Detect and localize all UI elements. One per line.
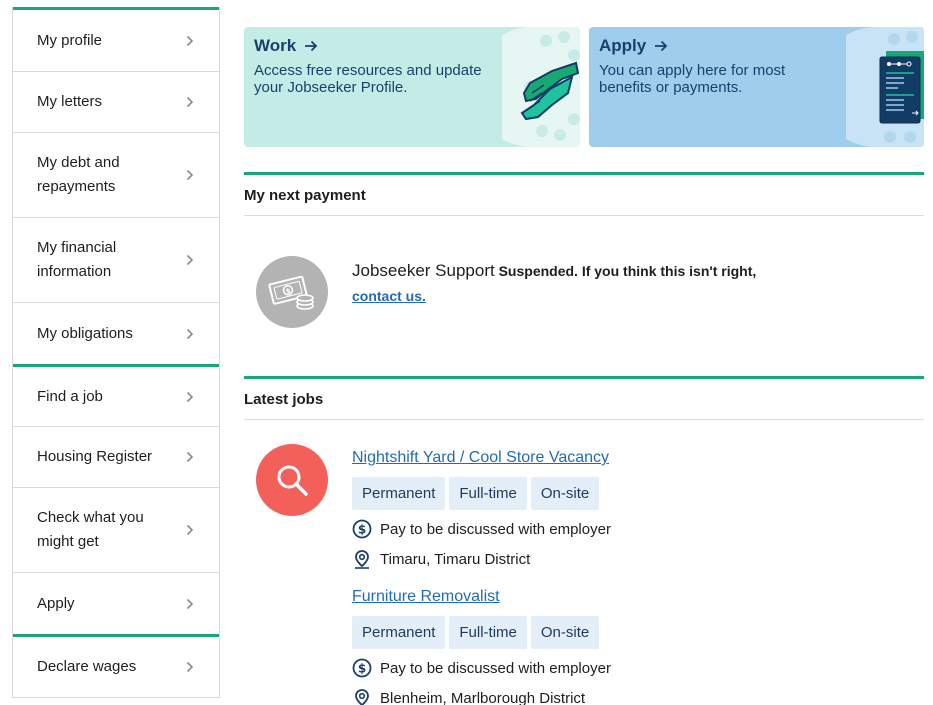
sidebar-item-label: Check what you might get — [37, 509, 144, 550]
sidebar-item-label: My letters — [37, 93, 103, 110]
svg-text:$: $ — [358, 523, 366, 537]
next-payment-heading: My next payment — [244, 172, 924, 216]
work-card[interactable]: Work Access free resources and update yo… — [244, 27, 580, 147]
apply-card-title: Apply — [599, 36, 647, 55]
sidebar-item-housing-register[interactable]: Housing Register — [13, 427, 219, 488]
sidebar-item-label: Housing Register — [37, 448, 153, 465]
work-card-title-row: Work — [254, 36, 318, 56]
svg-text:$: $ — [285, 287, 292, 296]
sidebar-item-apply[interactable]: Apply — [13, 573, 219, 634]
chevron-right-icon — [185, 35, 195, 47]
job-tags: Permanent Full-time On-site — [352, 616, 912, 649]
sidebar-item-label: Declare wages — [37, 658, 137, 675]
job-tag-workplace: On-site — [530, 477, 600, 510]
job-tags: Permanent Full-time On-site — [352, 477, 912, 510]
svg-text:$: $ — [358, 662, 366, 676]
chevron-right-icon — [185, 328, 195, 340]
job-pay-text: Pay to be discussed with employer — [380, 520, 611, 538]
location-pin-icon — [352, 549, 372, 569]
sidebar-item-my-obligations[interactable]: My obligations — [13, 303, 219, 364]
apply-card[interactable]: Apply You can apply here for most benefi… — [589, 27, 924, 147]
work-card-description: Access free resources and update your Jo… — [254, 62, 482, 96]
sidebar-item-label: Apply — [37, 594, 75, 612]
sidebar-nav: My profile My letters My debt and repaym… — [12, 7, 220, 698]
job-tag-workplace: On-site — [530, 616, 600, 649]
job-tag-employment-type: Permanent — [352, 477, 446, 510]
contact-us-link[interactable]: contact us. — [352, 288, 426, 304]
application-form-illustration-icon — [846, 27, 924, 147]
sidebar-item-my-profile[interactable]: My profile — [13, 10, 219, 72]
chevron-right-icon — [185, 254, 195, 266]
job-location: Timaru, Timaru District — [352, 549, 912, 569]
latest-jobs-heading: Latest jobs — [244, 376, 924, 420]
dollar-circle-icon: $ — [352, 519, 372, 539]
payment-status-message: Suspended. If you think this isn't right… — [498, 263, 757, 279]
apply-card-description: You can apply here for most benefits or … — [599, 62, 786, 96]
dollar-circle-icon: $ — [352, 658, 372, 678]
sidebar-item-my-debt[interactable]: My debt and repayments — [13, 133, 219, 218]
payment-money-icon: $ — [256, 256, 328, 328]
chevron-right-icon — [185, 169, 195, 181]
chevron-right-icon — [185, 391, 195, 403]
sidebar-group-wages: Declare wages — [13, 634, 219, 698]
job-listing: Furniture Removalist Permanent Full-time… — [352, 587, 912, 705]
job-listing: Nightshift Yard / Cool Store Vacancy Per… — [352, 448, 912, 569]
job-pay: $ Pay to be discussed with employer — [352, 658, 912, 678]
chevron-right-icon — [185, 524, 195, 536]
sidebar-item-label: My financial information — [37, 239, 117, 280]
sidebar-item-check-what-you-might-get[interactable]: Check what you might get — [13, 488, 219, 573]
sidebar-item-label: My obligations — [37, 324, 133, 342]
job-location-text: Blenheim, Marlborough District — [380, 689, 586, 705]
sidebar-item-declare-wages[interactable]: Declare wages — [13, 637, 219, 698]
sidebar-item-label: Find a job — [37, 387, 103, 405]
sidebar-item-label: My debt and repayments — [37, 154, 120, 195]
sidebar-item-label: My profile — [37, 31, 103, 49]
sidebar-item-find-a-job[interactable]: Find a job — [13, 367, 219, 427]
job-location-text: Timaru, Timaru District — [380, 550, 531, 568]
job-tag-hours: Full-time — [449, 616, 527, 649]
arrow-right-icon — [305, 40, 318, 52]
search-icon — [256, 444, 328, 516]
apply-card-title-row: Apply — [599, 36, 668, 56]
chevron-right-icon — [185, 451, 195, 463]
sidebar-item-my-financial-information[interactable]: My financial information — [13, 218, 219, 303]
sidebar-item-my-letters[interactable]: My letters — [13, 72, 219, 133]
chevron-right-icon — [185, 96, 195, 108]
chevron-right-icon — [185, 598, 195, 610]
chevron-right-icon — [185, 661, 195, 673]
sidebar-group-account: My profile My letters My debt and repaym… — [13, 7, 219, 364]
sidebar-group-services: Find a job Housing Register Check what y… — [13, 364, 219, 634]
job-title-link[interactable]: Nightshift Yard / Cool Store Vacancy — [352, 448, 609, 468]
payment-status-text: Jobseeker Support Suspended. If you thin… — [352, 258, 782, 309]
job-tag-hours: Full-time — [449, 477, 527, 510]
job-title-link[interactable]: Furniture Removalist — [352, 587, 500, 607]
job-tag-employment-type: Permanent — [352, 616, 446, 649]
benefit-name: Jobseeker Support — [352, 261, 495, 280]
arrow-right-icon — [655, 40, 668, 52]
job-pay: $ Pay to be discussed with employer — [352, 519, 912, 539]
location-pin-icon — [352, 688, 372, 705]
handshake-illustration-icon — [502, 27, 580, 147]
job-location: Blenheim, Marlborough District — [352, 688, 912, 705]
job-pay-text: Pay to be discussed with employer — [380, 659, 611, 677]
work-card-title: Work — [254, 36, 297, 55]
